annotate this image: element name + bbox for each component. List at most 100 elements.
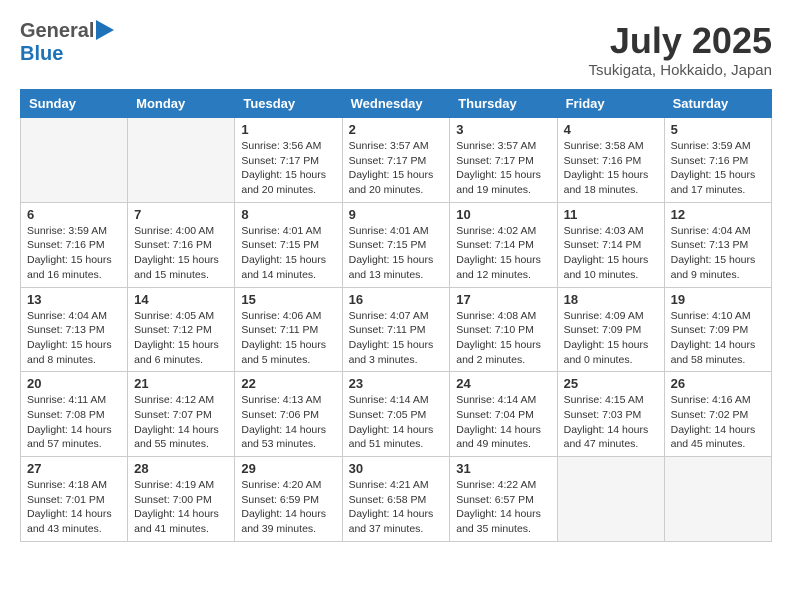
calendar-cell: 21 Sunrise: 4:12 AMSunset: 7:07 PMDayligh… bbox=[128, 372, 235, 457]
calendar-cell bbox=[21, 118, 128, 203]
day-header-wednesday: Wednesday bbox=[342, 90, 450, 118]
day-detail: Sunrise: 4:22 AMSunset: 6:57 PMDaylight:… bbox=[456, 478, 550, 537]
logo-blue: Blue bbox=[20, 43, 63, 65]
day-detail: Sunrise: 4:15 AMSunset: 7:03 PMDaylight:… bbox=[564, 393, 658, 452]
day-number: 27 bbox=[27, 461, 121, 476]
day-detail: Sunrise: 4:01 AMSunset: 7:15 PMDaylight:… bbox=[349, 224, 444, 283]
day-detail: Sunrise: 4:10 AMSunset: 7:09 PMDaylight:… bbox=[671, 309, 765, 368]
day-number: 9 bbox=[349, 207, 444, 222]
day-detail: Sunrise: 4:01 AMSunset: 7:15 PMDaylight:… bbox=[241, 224, 335, 283]
location: Tsukigata, Hokkaido, Japan bbox=[589, 62, 772, 79]
day-number: 25 bbox=[564, 376, 658, 391]
day-detail: Sunrise: 4:02 AMSunset: 7:14 PMDaylight:… bbox=[456, 224, 550, 283]
day-number: 22 bbox=[241, 376, 335, 391]
day-header-saturday: Saturday bbox=[664, 90, 771, 118]
calendar-week-row: 27 Sunrise: 4:18 AMSunset: 7:01 PMDayligh… bbox=[21, 457, 772, 542]
day-number: 14 bbox=[134, 292, 228, 307]
logo: General Blue bbox=[20, 20, 114, 66]
day-detail: Sunrise: 4:19 AMSunset: 7:00 PMDaylight:… bbox=[134, 478, 228, 537]
day-number: 13 bbox=[27, 292, 121, 307]
day-number: 8 bbox=[241, 207, 335, 222]
calendar-cell: 12 Sunrise: 4:04 AMSunset: 7:13 PMDayligh… bbox=[664, 202, 771, 287]
day-number: 12 bbox=[671, 207, 765, 222]
day-header-thursday: Thursday bbox=[450, 90, 557, 118]
day-number: 18 bbox=[564, 292, 658, 307]
day-detail: Sunrise: 4:05 AMSunset: 7:12 PMDaylight:… bbox=[134, 309, 228, 368]
calendar-cell: 28 Sunrise: 4:19 AMSunset: 7:00 PMDayligh… bbox=[128, 457, 235, 542]
calendar-cell bbox=[664, 457, 771, 542]
day-detail: Sunrise: 4:12 AMSunset: 7:07 PMDaylight:… bbox=[134, 393, 228, 452]
calendar-cell: 29Sunrise: 4:20 AMSunset: 6:59 PMDayligh… bbox=[235, 457, 342, 542]
calendar-cell: 4Sunrise: 3:58 AMSunset: 7:16 PMDaylight… bbox=[557, 118, 664, 203]
day-number: 16 bbox=[349, 292, 444, 307]
day-header-tuesday: Tuesday bbox=[235, 90, 342, 118]
calendar-cell: 20 Sunrise: 4:11 AMSunset: 7:08 PMDayligh… bbox=[21, 372, 128, 457]
calendar-cell: 6 Sunrise: 3:59 AMSunset: 7:16 PMDaylight… bbox=[21, 202, 128, 287]
day-detail: Sunrise: 3:59 AMSunset: 7:16 PMDaylight:… bbox=[671, 139, 765, 198]
calendar-cell: 16Sunrise: 4:07 AMSunset: 7:11 PMDayligh… bbox=[342, 287, 450, 372]
calendar-cell: 23Sunrise: 4:14 AMSunset: 7:05 PMDayligh… bbox=[342, 372, 450, 457]
calendar-cell: 13 Sunrise: 4:04 AMSunset: 7:13 PMDayligh… bbox=[21, 287, 128, 372]
day-detail: Sunrise: 3:56 AMSunset: 7:17 PMDaylight:… bbox=[241, 139, 335, 198]
calendar-cell: 2 Sunrise: 3:57 AMSunset: 7:17 PMDaylight… bbox=[342, 118, 450, 203]
logo-general: General bbox=[20, 20, 94, 43]
day-detail: Sunrise: 4:09 AMSunset: 7:09 PMDaylight:… bbox=[564, 309, 658, 368]
day-detail: Sunrise: 3:57 AMSunset: 7:17 PMDaylight:… bbox=[456, 139, 550, 198]
day-number: 15 bbox=[241, 292, 335, 307]
day-detail: Sunrise: 3:58 AMSunset: 7:16 PMDaylight:… bbox=[564, 139, 658, 198]
calendar-cell bbox=[557, 457, 664, 542]
day-number: 19 bbox=[671, 292, 765, 307]
day-number: 21 bbox=[134, 376, 228, 391]
day-header-friday: Friday bbox=[557, 90, 664, 118]
day-number: 31 bbox=[456, 461, 550, 476]
day-number: 24 bbox=[456, 376, 550, 391]
day-number: 26 bbox=[671, 376, 765, 391]
day-detail: Sunrise: 4:03 AMSunset: 7:14 PMDaylight:… bbox=[564, 224, 658, 283]
day-detail: Sunrise: 4:16 AMSunset: 7:02 PMDaylight:… bbox=[671, 393, 765, 452]
day-detail: Sunrise: 4:13 AMSunset: 7:06 PMDaylight:… bbox=[241, 393, 335, 452]
day-number: 23 bbox=[349, 376, 444, 391]
calendar-cell: 19 Sunrise: 4:10 AMSunset: 7:09 PMDayligh… bbox=[664, 287, 771, 372]
month-title: July 2025 bbox=[589, 20, 772, 62]
day-number: 6 bbox=[27, 207, 121, 222]
day-detail: Sunrise: 3:59 AMSunset: 7:16 PMDaylight:… bbox=[27, 224, 121, 283]
day-detail: Sunrise: 3:57 AMSunset: 7:17 PMDaylight:… bbox=[349, 139, 444, 198]
calendar-cell: 17Sunrise: 4:08 AMSunset: 7:10 PMDayligh… bbox=[450, 287, 557, 372]
calendar-cell: 26 Sunrise: 4:16 AMSunset: 7:02 PMDayligh… bbox=[664, 372, 771, 457]
calendar-cell bbox=[128, 118, 235, 203]
calendar-cell: 15Sunrise: 4:06 AMSunset: 7:11 PMDayligh… bbox=[235, 287, 342, 372]
day-number: 10 bbox=[456, 207, 550, 222]
calendar-cell: 3 Sunrise: 3:57 AMSunset: 7:17 PMDaylight… bbox=[450, 118, 557, 203]
calendar-cell: 27 Sunrise: 4:18 AMSunset: 7:01 PMDayligh… bbox=[21, 457, 128, 542]
calendar-week-row: 1 Sunrise: 3:56 AMSunset: 7:17 PMDaylight… bbox=[21, 118, 772, 203]
day-detail: Sunrise: 4:21 AMSunset: 6:58 PMDaylight:… bbox=[349, 478, 444, 537]
day-detail: Sunrise: 4:04 AMSunset: 7:13 PMDaylight:… bbox=[27, 309, 121, 368]
day-number: 2 bbox=[349, 122, 444, 137]
day-number: 17 bbox=[456, 292, 550, 307]
calendar-cell: 24Sunrise: 4:14 AMSunset: 7:04 PMDayligh… bbox=[450, 372, 557, 457]
calendar-cell: 9 Sunrise: 4:01 AMSunset: 7:15 PMDaylight… bbox=[342, 202, 450, 287]
title-area: July 2025 Tsukigata, Hokkaido, Japan bbox=[589, 20, 772, 79]
day-number: 29 bbox=[241, 461, 335, 476]
day-number: 7 bbox=[134, 207, 228, 222]
calendar-cell: 1 Sunrise: 3:56 AMSunset: 7:17 PMDaylight… bbox=[235, 118, 342, 203]
calendar-cell: 14 Sunrise: 4:05 AMSunset: 7:12 PMDayligh… bbox=[128, 287, 235, 372]
calendar-week-row: 13 Sunrise: 4:04 AMSunset: 7:13 PMDayligh… bbox=[21, 287, 772, 372]
day-number: 1 bbox=[241, 122, 335, 137]
logo-arrow-icon bbox=[96, 20, 114, 40]
day-number: 5 bbox=[671, 122, 765, 137]
day-number: 20 bbox=[27, 376, 121, 391]
day-number: 30 bbox=[349, 461, 444, 476]
calendar-week-row: 20 Sunrise: 4:11 AMSunset: 7:08 PMDayligh… bbox=[21, 372, 772, 457]
day-detail: Sunrise: 4:18 AMSunset: 7:01 PMDaylight:… bbox=[27, 478, 121, 537]
day-detail: Sunrise: 4:11 AMSunset: 7:08 PMDaylight:… bbox=[27, 393, 121, 452]
calendar-table: SundayMondayTuesdayWednesdayThursdayFrid… bbox=[20, 89, 772, 542]
day-number: 28 bbox=[134, 461, 228, 476]
calendar-cell: 10 Sunrise: 4:02 AMSunset: 7:14 PMDayligh… bbox=[450, 202, 557, 287]
day-number: 3 bbox=[456, 122, 550, 137]
calendar-cell: 30 Sunrise: 4:21 AMSunset: 6:58 PMDayligh… bbox=[342, 457, 450, 542]
day-detail: Sunrise: 4:00 AMSunset: 7:16 PMDaylight:… bbox=[134, 224, 228, 283]
calendar-header-row: SundayMondayTuesdayWednesdayThursdayFrid… bbox=[21, 90, 772, 118]
day-detail: Sunrise: 4:04 AMSunset: 7:13 PMDaylight:… bbox=[671, 224, 765, 283]
day-number: 11 bbox=[564, 207, 658, 222]
